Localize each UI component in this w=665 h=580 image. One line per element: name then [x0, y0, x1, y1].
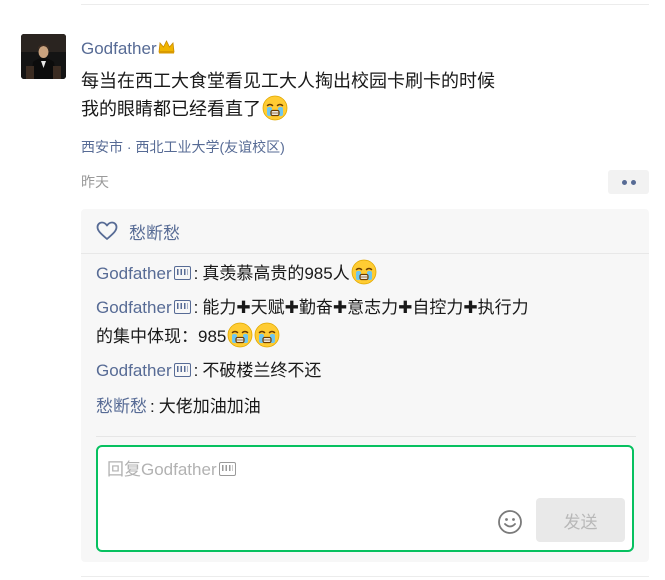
reply-placeholder: 回复Godfather — [107, 459, 236, 481]
comment-item[interactable]: Godfather: 能力✚天赋✚勤奋✚意志力✚自控力✚执行力 的集中体现：985 — [96, 293, 636, 351]
comment-panel: 愁断愁 Godfather: 真羡慕高贵的985人 Godfather: 能力✚天赋… — [81, 209, 649, 562]
crying-face-emoji — [254, 322, 280, 348]
emoji-icon[interactable] — [497, 509, 523, 535]
comment-author[interactable]: Godfather — [96, 264, 172, 283]
badge-icon — [173, 363, 191, 377]
plus-icon: ✚ — [398, 298, 413, 317]
post-time: 昨天 — [81, 174, 109, 190]
comment-author[interactable]: Godfather — [96, 361, 172, 380]
badge-icon — [173, 266, 191, 280]
comment-text: 不破楼兰终不还 — [202, 361, 322, 380]
post-text-line-2-text: 我的眼睛都已经看直了 — [81, 99, 261, 119]
top-divider — [81, 4, 649, 5]
plus-icon: ✚ — [236, 298, 251, 317]
heart-icon — [96, 221, 118, 241]
badge-icon — [218, 462, 236, 476]
avatar[interactable] — [21, 34, 66, 79]
plus-icon: ✚ — [463, 298, 478, 317]
post-text-line-2: 我的眼睛都已经看直了 — [81, 95, 641, 123]
reply-input[interactable]: 回复Godfather 发送 — [96, 445, 634, 552]
likes-divider — [81, 253, 649, 254]
likes-user[interactable]: 愁断愁 — [129, 219, 180, 244]
post-text: 每当在西工大食堂看见工大人掏出校园卡刷卡的时候 我的眼睛都已经看直了 — [81, 68, 641, 123]
comment-author[interactable]: 愁断愁 — [96, 397, 147, 416]
comment-item[interactable]: Godfather: 不破楼兰终不还 — [96, 356, 636, 385]
likes-row: 愁断愁 — [96, 219, 180, 243]
comment-text: 大佬加油加油 — [158, 397, 261, 416]
send-button[interactable]: 发送 — [536, 498, 625, 542]
post-author-name[interactable]: Godfather — [81, 39, 157, 58]
post-location[interactable]: 西安市 · 西北工业大学(友谊校区) — [81, 137, 285, 157]
post-author[interactable]: Godfather — [81, 37, 175, 60]
plus-icon: ✚ — [332, 298, 348, 317]
comment-author[interactable]: Godfather — [96, 298, 172, 317]
crown-icon — [158, 37, 175, 59]
crying-face-emoji — [227, 322, 253, 348]
crying-face-emoji — [262, 95, 288, 121]
plus-icon: ✚ — [284, 298, 299, 317]
reply-divider — [96, 436, 636, 437]
more-icon[interactable] — [608, 170, 649, 194]
comment-text: 真羡慕高贵的985人 — [202, 264, 350, 283]
badge-icon — [173, 300, 191, 314]
post-text-line-1: 每当在西工大食堂看见工大人掏出校园卡刷卡的时候 — [81, 71, 495, 91]
comment-item[interactable]: 愁断愁: 大佬加油加油 — [96, 392, 636, 421]
bottom-divider — [81, 576, 649, 577]
comment-item[interactable]: Godfather: 真羡慕高贵的985人 — [96, 259, 636, 288]
crying-face-emoji — [351, 259, 377, 285]
